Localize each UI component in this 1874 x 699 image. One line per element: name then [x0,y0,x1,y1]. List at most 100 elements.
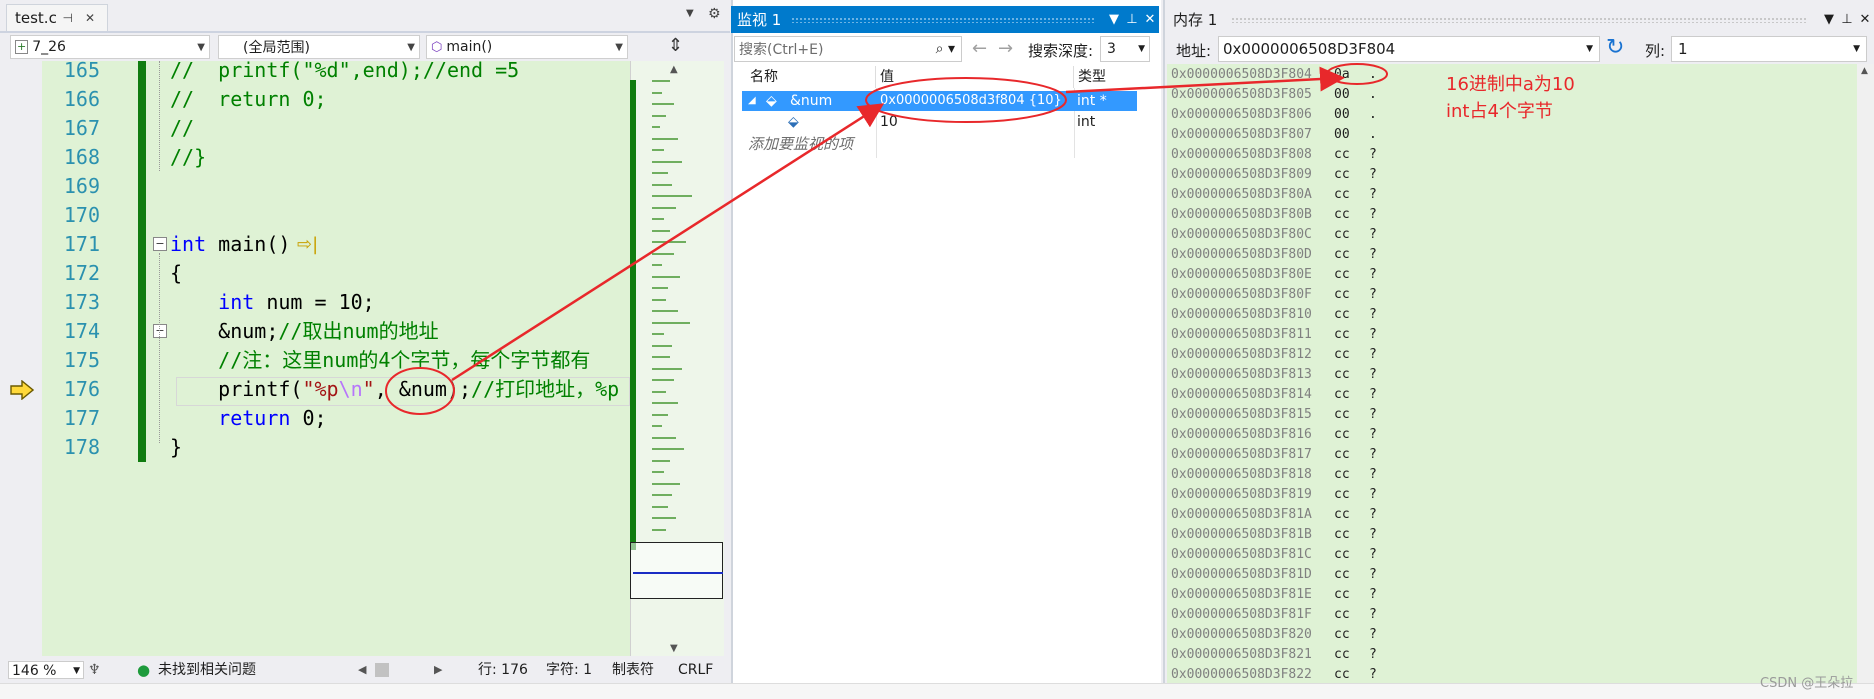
memory-byte[interactable]: cc [1334,405,1350,425]
memory-row[interactable]: 0x0000006508D3F80F cc? [1171,285,1377,305]
code-line[interactable]: { [170,259,182,288]
memory-byte[interactable]: cc [1334,205,1350,225]
window-menu-dropdown-icon[interactable]: ▼ [1820,12,1838,27]
line-ending-status[interactable]: CRLF [678,661,713,679]
memory-row[interactable]: 0x0000006508D3F806 00. [1171,105,1377,125]
memory-row[interactable]: 0x0000006508D3F81D cc? [1171,565,1377,585]
watch-row-value[interactable]: 0x0000006508d3f804 {10} [880,91,1062,111]
scroll-left-arrow-icon[interactable]: ◀ [358,661,366,679]
watch-child-value[interactable]: 10 [880,112,898,132]
memory-row[interactable]: 0x0000006508D3F819 cc? [1171,485,1377,505]
memory-row[interactable]: 0x0000006508D3F80E cc? [1171,265,1377,285]
memory-byte[interactable]: 0a [1334,65,1350,85]
memory-row[interactable]: 0x0000006508D3F81B cc? [1171,525,1377,545]
memory-byte[interactable]: cc [1334,305,1350,325]
memory-byte[interactable]: cc [1334,425,1350,445]
memory-row[interactable]: 0x0000006508D3F812 cc? [1171,345,1377,365]
watch-title-bar[interactable]: 监视 1 ▼ ⊥ ✕ [731,6,1159,33]
memory-byte[interactable]: cc [1334,525,1350,545]
collapse-triangle-icon[interactable]: ◢ [748,91,756,111]
memory-byte[interactable]: cc [1334,645,1350,665]
issues-status[interactable]: 未找到相关问题 [158,661,256,679]
memory-row[interactable]: 0x0000006508D3F81C cc? [1171,545,1377,565]
memory-row[interactable]: 0x0000006508D3F814 cc? [1171,385,1377,405]
memory-title-bar[interactable]: 内存 1 ▼ ⊥ ✕ [1167,6,1874,33]
code-line[interactable]: // [170,114,194,143]
search-depth-dropdown[interactable]: 3 ▼ [1100,36,1150,62]
memory-row[interactable]: 0x0000006508D3F80C cc? [1171,225,1377,245]
code-line[interactable]: // printf("%d",end);//end =5 [170,56,519,85]
memory-row[interactable]: 0x0000006508D3F815 cc? [1171,405,1377,425]
column-header-type[interactable]: 类型 [1074,66,1138,88]
memory-byte[interactable]: cc [1334,165,1350,185]
memory-row[interactable]: 0x0000006508D3F821 cc? [1171,645,1377,665]
scroll-down-arrow-icon[interactable]: ▼ [670,643,678,654]
code-line[interactable]: // return 0; [170,85,327,114]
close-icon[interactable]: ✕ [1141,12,1159,27]
scroll-right-arrow-icon[interactable]: ▶ [434,661,442,679]
refresh-icon[interactable]: ↻ [1606,35,1624,60]
add-watch-item[interactable]: 添加要监视的项 [748,133,853,154]
memory-row[interactable]: 0x0000006508D3F81E cc? [1171,585,1377,605]
zoom-dropdown[interactable]: 146 % ▼ [8,661,84,679]
pin-icon[interactable]: ⊥ [1838,12,1856,27]
memory-row[interactable]: 0x0000006508D3F813 cc? [1171,365,1377,385]
memory-row[interactable]: 0x0000006508D3F81F cc? [1171,605,1377,625]
memory-row[interactable]: 0x0000006508D3F811 cc? [1171,325,1377,345]
memory-byte[interactable]: cc [1334,225,1350,245]
memory-row[interactable]: 0x0000006508D3F809 cc? [1171,165,1377,185]
tab-list-dropdown-icon[interactable]: ▼ [686,8,694,19]
memory-byte[interactable]: cc [1334,285,1350,305]
memory-byte[interactable]: cc [1334,665,1350,685]
close-icon[interactable]: ✕ [1856,12,1874,27]
settings-gear-icon[interactable]: ⚙ [708,6,721,22]
memory-byte[interactable]: cc [1334,445,1350,465]
memory-row[interactable]: 0x0000006508D3F80D cc? [1171,245,1377,265]
search-icon[interactable]: ⌕ ▾ [936,41,955,57]
code-line[interactable]: return 0; [170,404,326,433]
memory-row[interactable]: 0x0000006508D3F807 00. [1171,125,1377,145]
memory-row[interactable]: 0x0000006508D3F817 cc? [1171,445,1377,465]
code-line[interactable]: int num = 10; [170,288,375,317]
watch-search-input[interactable]: 搜索(Ctrl+E) ⌕ ▾ [734,36,962,62]
code-line[interactable]: &num;//取出num的地址 [170,317,438,346]
memory-row[interactable]: 0x0000006508D3F81A cc? [1171,505,1377,525]
fold-toggle-comment[interactable]: − [153,324,167,338]
pin-icon[interactable]: ⊣ [62,11,72,25]
columns-dropdown[interactable]: 1 ▼ [1671,36,1867,62]
tab-test-c[interactable]: test.c ⊣ ✕ [6,4,108,31]
scroll-up-arrow-icon[interactable]: ▲ [670,64,678,75]
memory-byte[interactable]: cc [1334,365,1350,385]
memory-row[interactable]: 0x0000006508D3F808 cc? [1171,145,1377,165]
memory-row[interactable]: 0x0000006508D3F805 00. [1171,85,1377,105]
memory-byte[interactable]: 00 [1334,125,1350,145]
memory-scrollbar[interactable]: ▲ [1857,64,1874,683]
watch-row-name[interactable]: &num [790,91,832,111]
tab-mode-status[interactable]: 制表符 [612,661,654,679]
memory-row[interactable]: 0x0000006508D3F80A cc? [1171,185,1377,205]
column-header-name[interactable]: 名称 [742,66,876,88]
memory-row[interactable]: 0x0000006508D3F816 cc? [1171,425,1377,445]
code-line[interactable]: //} [170,143,206,172]
fold-toggle-main[interactable]: − [153,237,167,251]
memory-byte[interactable]: cc [1334,345,1350,365]
window-menu-dropdown-icon[interactable]: ▼ [1105,12,1123,27]
memory-byte[interactable]: cc [1334,465,1350,485]
memory-byte[interactable]: cc [1334,265,1350,285]
memory-byte[interactable]: cc [1334,545,1350,565]
search-forward-arrow-icon[interactable]: → [998,38,1013,59]
memory-byte[interactable]: cc [1334,185,1350,205]
split-window-icon[interactable]: ⇕ [668,35,683,56]
close-icon[interactable]: ✕ [85,11,95,25]
memory-byte[interactable]: cc [1334,325,1350,345]
memory-row[interactable]: 0x0000006508D3F80B cc? [1171,205,1377,225]
memory-byte[interactable]: cc [1334,485,1350,505]
memory-row[interactable]: 0x0000006508D3F810 cc? [1171,305,1377,325]
memory-byte[interactable]: 00 [1334,85,1350,105]
char-number-status[interactable]: 字符: 1 [546,661,592,679]
memory-byte[interactable]: cc [1334,385,1350,405]
memory-byte[interactable]: cc [1334,605,1350,625]
code-line[interactable]: int main() [170,230,302,259]
step-into-icon[interactable]: ⇨| [297,234,318,255]
pin-icon[interactable]: ⊥ [1123,12,1141,27]
